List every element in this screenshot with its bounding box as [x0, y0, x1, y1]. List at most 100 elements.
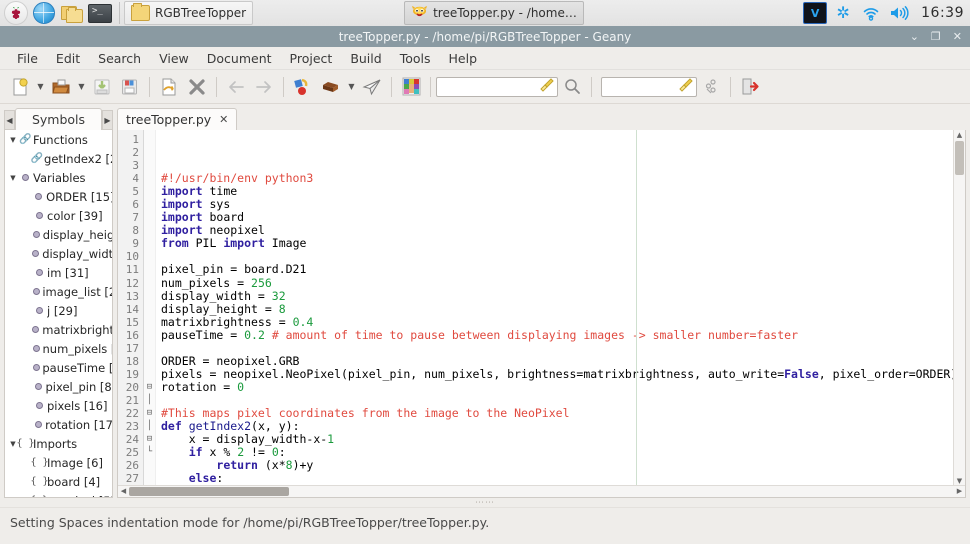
navigate-forward-button[interactable] — [250, 74, 278, 100]
close-button[interactable]: ✕ — [953, 31, 962, 42]
minimize-button[interactable]: ⌄ — [910, 31, 919, 42]
symbols-tree[interactable]: ▼🔗Functions🔗getIndex2 [20] ▼ Variables ORDE… — [4, 130, 113, 498]
scroll-left-icon[interactable]: ◀ — [118, 486, 129, 497]
symbol-item[interactable]: num_pixels [9] — [5, 339, 112, 358]
twisty-expanded-icon[interactable]: ▼ — [7, 174, 19, 182]
taskbar-task-filemanager[interactable]: RGBTreeTopper — [124, 1, 254, 25]
symbol-item[interactable]: im [31] — [5, 263, 112, 282]
menu-search[interactable]: Search — [89, 49, 150, 68]
fold-marker[interactable]: └ — [144, 446, 155, 459]
sidebar-scroll-left-icon[interactable]: ◀ — [4, 110, 15, 130]
taskbar-task-geany[interactable]: treeTopper.py - /home… — [404, 1, 584, 25]
jump-to-button[interactable] — [697, 74, 725, 100]
symbol-label: getIndex2 [20] — [44, 151, 112, 166]
new-document-button[interactable] — [6, 74, 34, 100]
vertical-scroll-thumb[interactable] — [955, 141, 964, 175]
symbol-item[interactable]: color [39] — [5, 206, 112, 225]
maximize-button[interactable]: ❐ — [931, 31, 941, 42]
sidebar-scroll-right-icon[interactable]: ▶ — [102, 110, 113, 130]
menu-document[interactable]: Document — [198, 49, 281, 68]
symbol-item[interactable]: pixels [16] — [5, 396, 112, 415]
search-input[interactable] — [436, 76, 558, 97]
bluetooth-icon[interactable]: ✲ — [831, 1, 855, 25]
symbol-item[interactable]: pauseTime [13 — [5, 358, 112, 377]
scroll-right-icon[interactable]: ▶ — [954, 486, 965, 497]
menu-help[interactable]: Help — [440, 49, 487, 68]
symbol-label: Variables — [33, 170, 86, 185]
run-button[interactable] — [358, 74, 386, 100]
find-button[interactable] — [558, 74, 586, 100]
code-token: import — [223, 236, 265, 251]
code-line: pauseTime = 0.2 # amount of time to paus… — [156, 328, 965, 342]
symbol-item[interactable]: { }neopixel [5] — [5, 491, 112, 498]
editor-vertical-scrollbar[interactable]: ▲ ▼ — [953, 130, 965, 486]
new-document-dropdown[interactable]: ▼ — [34, 74, 47, 100]
volume-icon[interactable] — [887, 1, 911, 25]
symbol-item[interactable]: 🔗getIndex2 [20] — [5, 149, 112, 168]
fold-marker[interactable]: ⊟ — [144, 407, 155, 420]
symbol-item[interactable]: j [29] — [5, 301, 112, 320]
fold-marker[interactable]: ⊟ — [144, 381, 155, 394]
file-manager-icon[interactable] — [60, 1, 84, 25]
close-tab-icon[interactable]: ✕ — [219, 113, 228, 126]
build-button[interactable] — [317, 74, 345, 100]
web-browser-icon[interactable] — [32, 1, 56, 25]
menu-view[interactable]: View — [150, 49, 198, 68]
tab-treetopper-py[interactable]: treeTopper.py ✕ — [117, 108, 238, 130]
revert-button[interactable] — [155, 74, 183, 100]
color-chooser-button[interactable] — [397, 74, 425, 100]
symbol-item[interactable]: image_list [28] — [5, 282, 112, 301]
symbol-label: j [29] — [47, 303, 78, 318]
navigate-back-button[interactable] — [222, 74, 250, 100]
code-editor[interactable]: 1 2 3 4 5 6 7 8 9 10 11 12 13 14 15 16 17 18 19 20 21 22 23 24 2… — [117, 130, 966, 498]
fold-marker[interactable]: ⊟ — [144, 433, 155, 446]
fold-marker[interactable]: │ — [144, 394, 155, 407]
broom-icon[interactable] — [679, 78, 693, 95]
tab-symbols[interactable]: Symbols — [15, 108, 102, 130]
symbol-item[interactable]: ORDER [15] — [5, 187, 112, 206]
symbol-item[interactable]: matrixbrightne — [5, 320, 112, 339]
open-file-dropdown[interactable]: ▼ — [75, 74, 88, 100]
code-text[interactable]: #!/usr/bin/env python3 import time import … — [156, 130, 965, 497]
menu-tools[interactable]: Tools — [391, 49, 440, 68]
code-token: if — [188, 445, 203, 460]
line-number: 15 — [125, 315, 139, 329]
compile-button[interactable] — [289, 74, 317, 100]
symbol-item[interactable]: display_width [ — [5, 244, 112, 263]
terminal-icon[interactable] — [88, 1, 112, 25]
code-token: import — [161, 197, 203, 212]
broom-icon[interactable] — [540, 78, 554, 95]
symbol-item[interactable]: rotation [17] — [5, 415, 112, 434]
twisty-expanded-icon[interactable]: ▼ — [7, 136, 19, 144]
fold-marker[interactable]: │ — [144, 420, 155, 433]
build-dropdown[interactable]: ▼ — [345, 74, 358, 100]
menu-edit[interactable]: Edit — [47, 49, 89, 68]
horizontal-scroll-thumb[interactable] — [129, 487, 289, 496]
save-all-button[interactable] — [116, 74, 144, 100]
editor-horizontal-scrollbar[interactable]: ◀ ▶ — [118, 485, 965, 497]
symbol-item[interactable]: display_height — [5, 225, 112, 244]
code-token: #!/usr/bin/env python3 — [161, 171, 314, 186]
symbol-item[interactable]: { } board [4] — [5, 472, 112, 491]
symbol-item[interactable]: ▼ 🔗 Functions — [5, 130, 112, 149]
goto-line-input[interactable] — [601, 76, 697, 97]
menu-file[interactable]: File — [8, 49, 47, 68]
pane-resize-grip[interactable]: ⋯⋯ — [0, 498, 970, 508]
quit-button[interactable] — [736, 74, 764, 100]
symbol-item[interactable]: ▼ Variables — [5, 168, 112, 187]
scroll-up-icon[interactable]: ▲ — [954, 130, 965, 140]
save-button[interactable] — [88, 74, 116, 100]
symbol-item[interactable]: pixel_pin [8] — [5, 377, 112, 396]
fold-margin[interactable]: ⊟│⊟│⊟└⊟│ — [144, 130, 156, 497]
symbol-item[interactable]: { } Image [6] — [5, 453, 112, 472]
wifi-icon[interactable] — [859, 1, 883, 25]
close-document-button[interactable] — [183, 74, 211, 100]
raspberry-menu-icon[interactable] — [4, 1, 28, 25]
menu-project[interactable]: Project — [281, 49, 342, 68]
symbol-item[interactable]: ▼{ } Imports — [5, 434, 112, 453]
menu-build[interactable]: Build — [341, 49, 390, 68]
open-file-button[interactable] — [47, 74, 75, 100]
vnc-icon[interactable]: V — [803, 1, 828, 25]
